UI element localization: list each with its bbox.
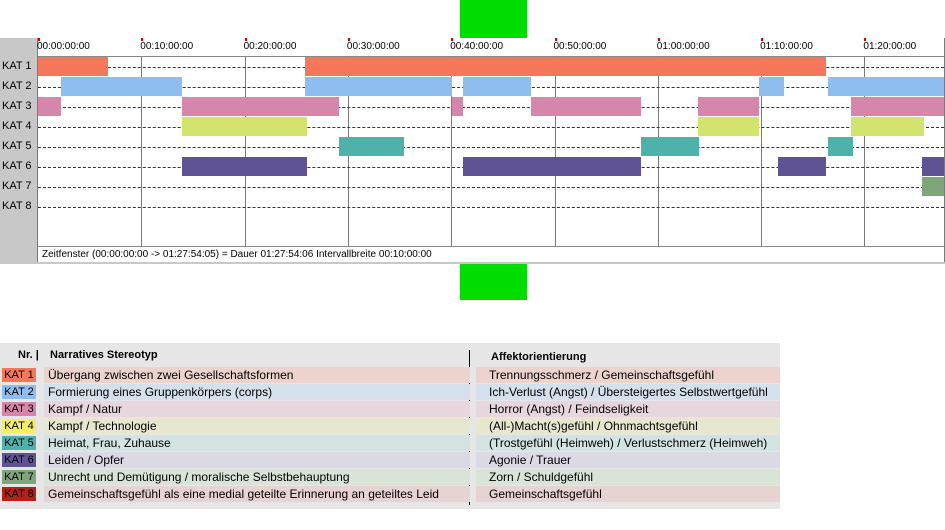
row-label: KAT 3 [2, 100, 32, 112]
legend-row: KAT 4 Kampf / Technologie (All-)Macht(s)ge… [0, 418, 780, 435]
legend-affekt: Agonie / Trauer [489, 453, 572, 467]
kat-badge: KAT 8 [2, 487, 36, 501]
tick-label: 00:10:00:00 [140, 41, 194, 52]
legend-row: KAT 6 Leiden / Opfer Agonie / Trauer [0, 452, 780, 469]
legend-row: KAT 2 Formierung eines Gruppenkörpers (co… [0, 384, 780, 401]
legend-row: KAT 8 Gemeinschaftsgefühl als eine medial… [0, 486, 780, 503]
segment-bar[interactable] [182, 117, 307, 136]
segment-bar[interactable] [698, 97, 759, 116]
row-guide [38, 147, 944, 148]
legend-affekt: Ich-Verlust (Angst) / Übersteigertes Sel… [489, 385, 768, 399]
legend-stereotyp: Gemeinschaftsgefühl als eine medial gete… [48, 487, 439, 501]
legend-stereotyp: Übergang zwischen zwei Gesellschaftsform… [48, 368, 294, 382]
row-guide [38, 107, 944, 108]
kat-badge: KAT 2 [2, 385, 36, 399]
row-label: KAT 4 [2, 120, 32, 132]
segment-bar[interactable] [778, 157, 826, 176]
timeline-status: Zeitfenster (00:00:00:00 -> 01:27:54:05)… [38, 246, 944, 262]
row-label: KAT 5 [2, 140, 32, 152]
grid-line [554, 56, 556, 246]
row-label: KAT 1 [2, 60, 32, 72]
legend-stereotyp: Unrecht und Demütigung / moralische Selb… [48, 470, 350, 484]
legend-table: Nr. | Narratives Stereotyp Affektorienti… [0, 343, 780, 509]
legend-header-nr: Nr. | [18, 349, 39, 361]
tick-label: 00:00:00:00 [37, 41, 90, 52]
time-ruler[interactable]: 00:00:00:00 00:10:00:00 00:20:00:00 00:30:0… [37, 38, 944, 57]
row-label: KAT 6 [2, 160, 32, 172]
legend-stereotyp: Heimat, Frau, Zuhause [48, 436, 171, 450]
kat-badge: KAT 4 [2, 419, 36, 433]
legend-row: KAT 5 Heimat, Frau, Zuhause (Trostgefühl (… [0, 435, 780, 452]
legend-header-stereotyp: Narratives Stereotyp [50, 349, 158, 361]
kat-badge: KAT 3 [2, 402, 36, 416]
legend-affekt: Trennungsschmerz / Gemeinschaftsgefühl [489, 368, 714, 382]
row-label: KAT 2 [2, 80, 32, 92]
row-guide [38, 187, 944, 188]
segment-bar[interactable] [305, 77, 452, 96]
tick-label: 01:00:00:00 [656, 41, 710, 52]
legend-stereotyp: Kampf / Technologie [48, 419, 157, 433]
tick-label: 00:50:00:00 [553, 41, 607, 52]
row-label: KAT 7 [2, 180, 32, 192]
row-label: KAT 8 [2, 200, 32, 212]
legend-row: KAT 7 Unrecht und Demütigung / moralische… [0, 469, 780, 486]
tick-label: 01:10:00:00 [760, 41, 813, 52]
segment-bar[interactable] [828, 137, 853, 156]
grid-line [244, 56, 246, 246]
segment-bar[interactable] [641, 137, 699, 156]
legend-row: KAT 1 Übergang zwischen zwei Gesellschaft… [0, 367, 780, 384]
segment-bar[interactable] [182, 157, 307, 176]
segment-bar[interactable] [463, 157, 641, 176]
segment-bar[interactable] [182, 97, 339, 116]
legend-stereotyp: Kampf / Natur [48, 402, 123, 416]
row-guide [38, 127, 944, 128]
legend-affekt: (Trostgefühl (Heimweh) / Verlustschmerz … [489, 436, 768, 450]
segment-bar[interactable] [339, 137, 404, 156]
row-guide [38, 207, 944, 208]
green-marker-bottom [460, 264, 527, 300]
green-marker-top [460, 0, 527, 38]
segment-bar[interactable] [38, 97, 61, 116]
tick-label: 00:30:00:00 [346, 41, 400, 52]
segment-bar[interactable] [38, 57, 108, 76]
timeline-panel: KAT 1 KAT 2 KAT 3 KAT 4 KAT 5 KAT 6 KAT 7 KAT 8… [0, 38, 945, 264]
segment-bar[interactable] [698, 117, 759, 136]
segment-bar[interactable] [452, 97, 463, 116]
legend-row: KAT 3 Kampf / Natur Horror (Angst) / Feind… [0, 401, 780, 418]
timeline-area[interactable]: 00:00:00:00 00:10:00:00 00:20:00:00 00:30:0… [37, 38, 945, 262]
segment-bar[interactable] [922, 157, 944, 176]
tick-label: 01:20:00:00 [863, 41, 917, 52]
legend-stereotyp: Leiden / Opfer [48, 453, 125, 467]
kat-badge: KAT 1 [2, 368, 36, 382]
kat-badge: KAT 6 [2, 453, 36, 467]
legend-affekt: (All-)Macht(s)gefühl / Ohnmachtsgefühl [489, 419, 698, 433]
legend-stereotyp: Formierung eines Gruppenkörpers (corps) [48, 385, 273, 399]
segment-bar[interactable] [759, 77, 784, 96]
segment-bar[interactable] [922, 177, 944, 196]
segment-bar[interactable] [851, 117, 924, 136]
legend-affekt: Horror (Angst) / Feindseligkeit [489, 402, 649, 416]
segment-bar[interactable] [531, 97, 641, 116]
tick-label: 00:20:00:00 [243, 41, 297, 52]
segment-bar[interactable] [463, 77, 531, 96]
legend-affekt: Gemeinschaftsgefühl [489, 487, 602, 501]
kat-badge: KAT 5 [2, 436, 36, 450]
segment-bar[interactable] [61, 77, 182, 96]
segment-bar[interactable] [851, 97, 944, 116]
segment-bar[interactable] [305, 57, 826, 76]
kat-badge: KAT 7 [2, 470, 36, 484]
legend-affekt: Zorn / Schuldgefühl [489, 470, 594, 484]
tick-label: 00:40:00:00 [450, 41, 504, 52]
legend-header-affekt: Affektorientierung [491, 351, 587, 363]
segment-bar[interactable] [828, 77, 944, 96]
